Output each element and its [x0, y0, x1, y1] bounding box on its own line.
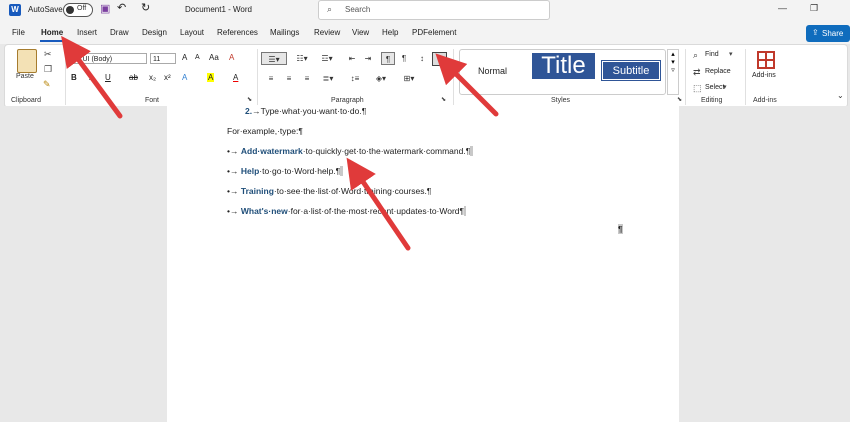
annotation-arrows [61, 35, 499, 251]
arrow-to-home-tab [61, 35, 123, 119]
arrow-to-paragraph-mark [346, 157, 411, 251]
arrow-to-pilcrow-button [435, 53, 499, 117]
